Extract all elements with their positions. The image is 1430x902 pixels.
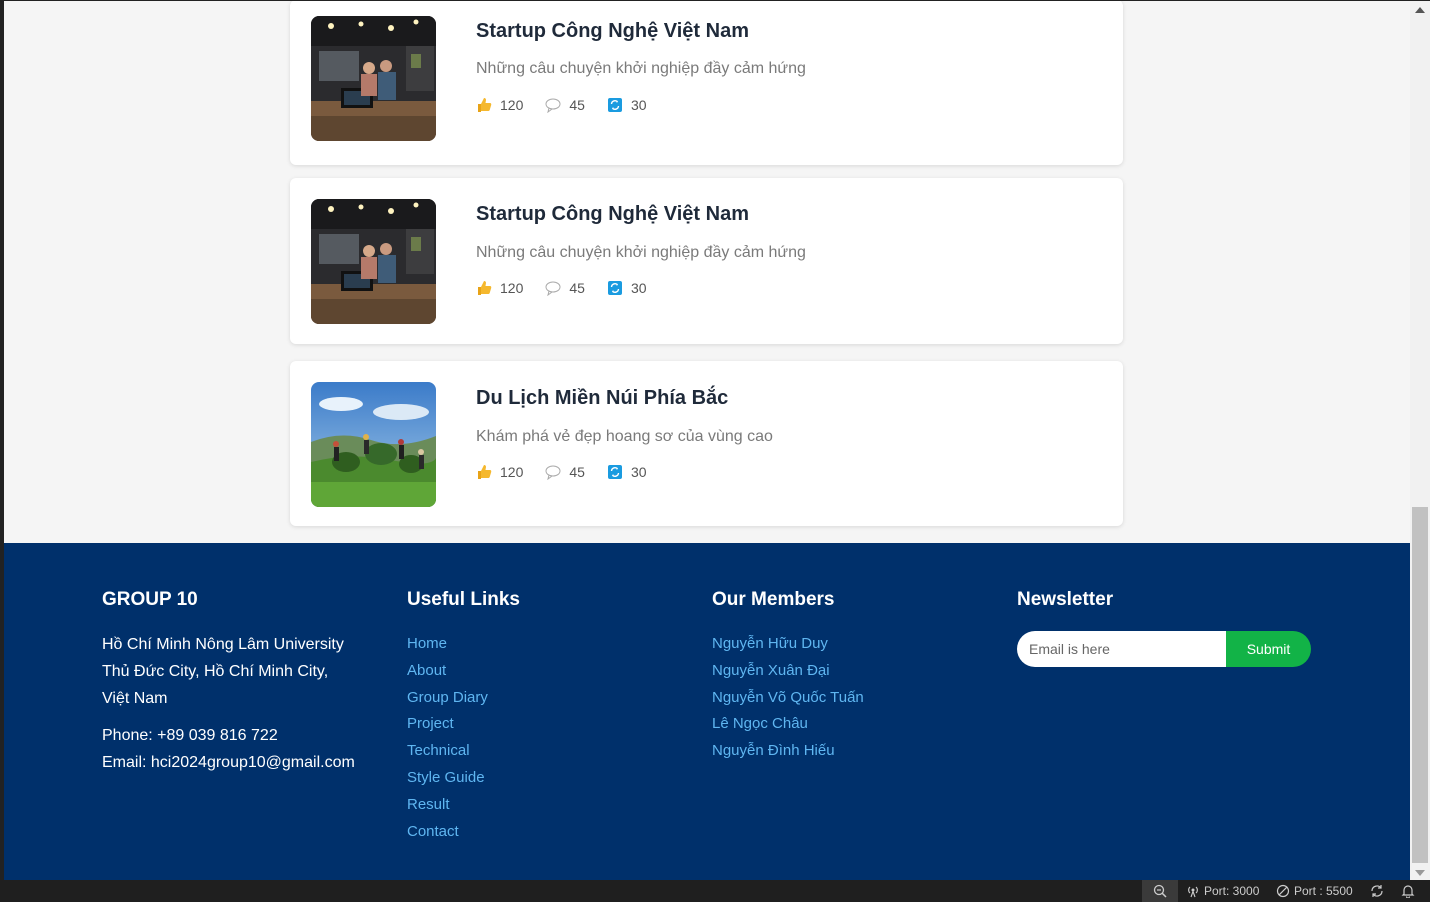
bell-icon xyxy=(1401,885,1415,898)
vertical-scrollbar[interactable] xyxy=(1410,1,1430,880)
like-count: 120 xyxy=(500,464,524,480)
comment-icon xyxy=(545,280,561,297)
newsletter-heading: Newsletter xyxy=(1017,589,1114,610)
port-3000-status[interactable]: Port: 3000 xyxy=(1186,880,1259,902)
share-count: 30 xyxy=(630,280,647,296)
address-line: Thủ Đức City, Hồ Chí Minh City, xyxy=(102,663,329,680)
port-3000-label: Port: 3000 xyxy=(1204,884,1260,898)
footer-link-technical[interactable]: Technical xyxy=(407,738,667,765)
footer-group-column: GROUP 10 Hồ Chí Minh Nông Lâm University… xyxy=(102,589,392,776)
post-description: Những câu chuyện khởi nghiệp đầy cảm hứn… xyxy=(476,244,806,261)
like-count: 120 xyxy=(500,97,524,113)
port-5500-status[interactable]: Port : 5500 xyxy=(1276,880,1353,902)
post-card[interactable]: Startup Công Nghệ Việt Nam Những câu chu… xyxy=(290,1,1123,165)
no-entry-icon xyxy=(1276,884,1290,898)
share-stat[interactable]: 30 xyxy=(607,280,647,296)
comment-stat[interactable]: 45 xyxy=(545,464,585,481)
sync-icon xyxy=(1371,885,1383,897)
member-link[interactable]: Lê Ngọc Châu xyxy=(712,711,992,738)
zoom-out-icon xyxy=(1153,884,1167,898)
comment-stat[interactable]: 45 xyxy=(545,280,585,297)
newsletter-email-input[interactable] xyxy=(1017,631,1226,667)
our-members-heading: Our Members xyxy=(712,589,835,610)
footer-group-heading: GROUP 10 xyxy=(102,589,198,610)
thumbs-up-icon xyxy=(476,97,492,113)
repeat-icon xyxy=(607,97,623,113)
footer-link-result[interactable]: Result xyxy=(407,792,667,819)
footer-link-style-guide[interactable]: Style Guide xyxy=(407,765,667,792)
like-stat[interactable]: 120 xyxy=(476,280,523,296)
footer-members-column: Our Members Nguyễn Hữu Duy Nguyễn Xuân Đ… xyxy=(712,589,992,765)
thumbs-up-icon xyxy=(476,280,492,296)
port-5500-label: Port : 5500 xyxy=(1294,884,1353,898)
like-stat[interactable]: 120 xyxy=(476,464,523,480)
email-text: Email: hci2024group10@gmail.com xyxy=(102,754,355,771)
post-thumbnail-office[interactable] xyxy=(311,199,436,324)
footer-link-contact[interactable]: Contact xyxy=(407,819,667,846)
address-line: Hồ Chí Minh Nông Lâm University xyxy=(102,636,344,653)
footer-link-about[interactable]: About xyxy=(407,658,667,685)
comment-count: 45 xyxy=(569,97,585,113)
sync-status[interactable] xyxy=(1369,880,1389,902)
post-thumbnail-office[interactable] xyxy=(311,16,436,141)
footer-newsletter-column: Newsletter xyxy=(1017,589,1317,631)
post-thumbnail-tea-hill[interactable] xyxy=(311,382,436,507)
comment-count: 45 xyxy=(569,464,585,480)
zoom-out-button[interactable] xyxy=(1142,880,1178,902)
like-count: 120 xyxy=(500,280,524,296)
post-stats: 120 45 30 xyxy=(476,97,669,114)
post-title[interactable]: Du Lịch Miền Núi Phía Bắc xyxy=(476,387,728,410)
member-link[interactable]: Nguyễn Hữu Duy xyxy=(712,631,992,658)
useful-links-heading: Useful Links xyxy=(407,589,520,610)
member-link[interactable]: Nguyễn Võ Quốc Tuấn xyxy=(712,685,992,712)
post-title[interactable]: Startup Công Nghệ Việt Nam xyxy=(476,203,749,226)
member-link[interactable]: Nguyễn Đình Hiếu xyxy=(712,738,992,765)
newsletter-submit-button[interactable]: Submit xyxy=(1226,631,1311,667)
address-line: Việt Nam xyxy=(102,690,168,707)
comment-icon xyxy=(545,97,561,114)
scroll-down-arrow-icon[interactable] xyxy=(1415,870,1425,876)
post-card[interactable]: Startup Công Nghệ Việt Nam Những câu chu… xyxy=(290,178,1123,344)
page-viewport: Startup Công Nghệ Việt Nam Những câu chu… xyxy=(4,1,1410,880)
broadcast-icon xyxy=(1188,886,1198,898)
comment-icon xyxy=(545,464,561,481)
repeat-icon xyxy=(607,464,623,480)
comment-stat[interactable]: 45 xyxy=(545,97,585,114)
post-stats: 120 45 30 xyxy=(476,464,669,481)
repeat-icon xyxy=(607,280,623,296)
share-stat[interactable]: 30 xyxy=(607,464,647,480)
post-title[interactable]: Startup Công Nghệ Việt Nam xyxy=(476,20,749,43)
share-count: 30 xyxy=(630,464,647,480)
scrollbar-thumb[interactable] xyxy=(1412,507,1428,863)
footer-link-group-diary[interactable]: Group Diary xyxy=(407,685,667,712)
post-stats: 120 45 30 xyxy=(476,280,669,297)
share-stat[interactable]: 30 xyxy=(607,97,647,113)
comment-count: 45 xyxy=(569,280,585,296)
newsletter-form: Submit xyxy=(1017,631,1311,667)
post-description: Khám phá vẻ đẹp hoang sơ của vùng cao xyxy=(476,428,773,445)
notifications-status[interactable] xyxy=(1401,880,1419,902)
post-description: Những câu chuyện khởi nghiệp đầy cảm hứn… xyxy=(476,60,806,77)
like-stat[interactable]: 120 xyxy=(476,97,523,113)
thumbs-up-icon xyxy=(476,464,492,480)
footer-link-home[interactable]: Home xyxy=(407,631,667,658)
post-card[interactable]: Du Lịch Miền Núi Phía Bắc Khám phá vẻ đẹ… xyxy=(290,361,1123,526)
editor-status-bar: Port: 3000 Port : 5500 xyxy=(0,880,1430,902)
site-footer: GROUP 10 Hồ Chí Minh Nông Lâm University… xyxy=(4,543,1410,880)
footer-link-project[interactable]: Project xyxy=(407,711,667,738)
scroll-up-arrow-icon[interactable] xyxy=(1415,7,1425,13)
share-count: 30 xyxy=(630,97,647,113)
phone-text: Phone: +89 039 816 722 xyxy=(102,727,278,744)
member-link[interactable]: Nguyễn Xuân Đại xyxy=(712,658,992,685)
footer-links-column: Useful Links Home About Group Diary Proj… xyxy=(407,589,667,845)
